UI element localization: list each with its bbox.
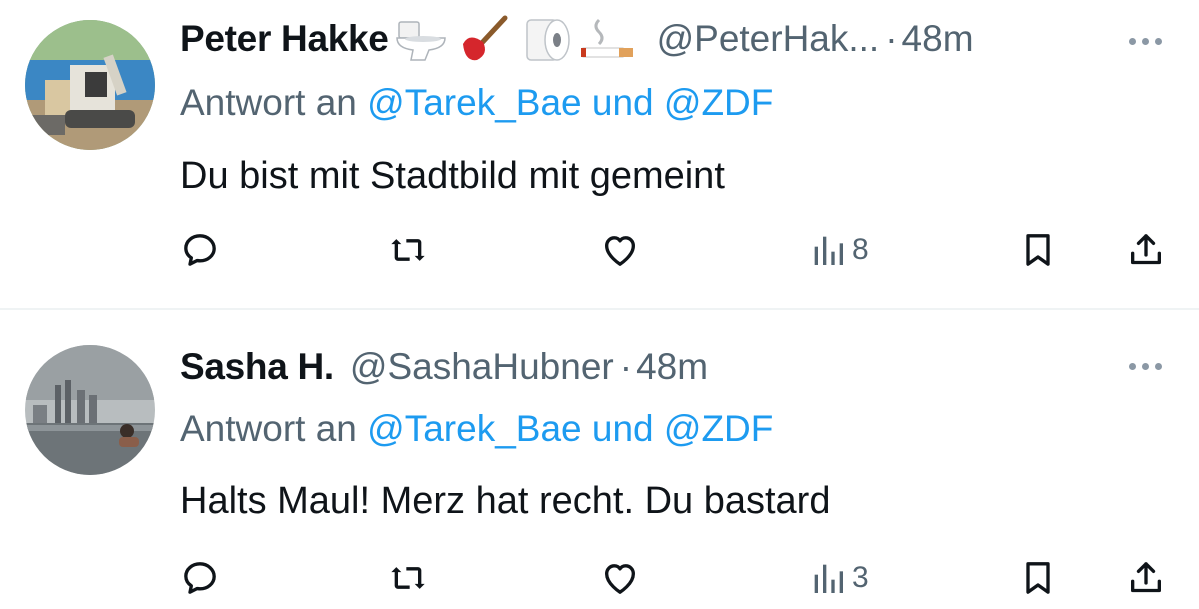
retweet-icon <box>391 239 425 261</box>
tweet[interactable]: Peter Hakke @PeterHak... · 48m Antwort a… <box>0 0 1199 308</box>
reply-prefix: Antwort an <box>180 408 357 449</box>
views-count: 3 <box>852 561 869 594</box>
bookmark-button[interactable] <box>1018 230 1058 270</box>
share-icon <box>1131 234 1161 265</box>
like-button[interactable] <box>600 230 640 270</box>
views-count: 8 <box>852 233 869 266</box>
like-button[interactable] <box>600 558 640 598</box>
reply-button[interactable] <box>180 558 220 598</box>
avatar[interactable] <box>25 20 155 150</box>
bookmark-icon <box>1026 234 1050 266</box>
avatar[interactable] <box>25 345 155 475</box>
reply-button[interactable] <box>180 230 220 270</box>
share-icon <box>1131 562 1161 593</box>
tweet[interactable]: Sasha H. @SashaHubner · 48m Antwort an @… <box>0 310 1199 609</box>
reply-prefix: Antwort an <box>180 82 357 123</box>
tweet-text: Du bist mit Stadtbild mit gemeint <box>180 155 725 197</box>
tweet-text: Halts Maul! Merz hat recht. Du bastard <box>180 480 831 522</box>
toilet-icon <box>395 21 446 61</box>
timestamp[interactable]: 48m <box>902 18 974 60</box>
name-emojis <box>393 14 637 64</box>
timestamp[interactable]: 48m <box>636 346 708 388</box>
reply-context: Antwort an @Tarek_Bae und @ZDF <box>180 408 773 450</box>
bookmark-button[interactable] <box>1018 558 1058 598</box>
retweet-icon <box>391 567 425 589</box>
retweet-button[interactable] <box>388 558 428 598</box>
reply-mentions[interactable]: @Tarek_Bae und @ZDF <box>367 82 773 123</box>
views-chart-icon <box>814 564 843 593</box>
separator: · <box>619 346 633 387</box>
excavator-avatar-image <box>25 20 155 150</box>
bookmark-icon <box>1026 562 1050 594</box>
share-button[interactable] <box>1126 230 1166 270</box>
retweet-button[interactable] <box>388 230 428 270</box>
more-options-icon[interactable] <box>1129 360 1169 372</box>
more-options-icon[interactable] <box>1129 35 1169 47</box>
skyline-avatar-image <box>25 345 155 475</box>
views-chart-icon <box>814 236 843 265</box>
user-handle[interactable]: @SashaHubner <box>350 346 614 388</box>
share-button[interactable] <box>1126 558 1166 598</box>
plunger-icon <box>462 15 508 61</box>
heart-icon <box>605 236 635 266</box>
views-button[interactable]: 8 <box>808 230 869 270</box>
separator: · <box>885 18 898 59</box>
display-name[interactable]: Sasha H. <box>180 346 334 388</box>
display-name[interactable]: Peter Hakke <box>180 18 389 60</box>
views-button[interactable]: 3 <box>808 558 869 598</box>
reply-context: Antwort an @Tarek_Bae und @ZDF <box>180 82 773 124</box>
reply-icon <box>184 234 216 266</box>
cigarette-icon <box>580 18 633 58</box>
reply-mentions[interactable]: @Tarek_Bae und @ZDF <box>367 408 773 449</box>
toilet-paper-icon <box>525 19 570 61</box>
action-bar: 3 <box>180 558 1170 598</box>
user-handle[interactable]: @PeterHak... <box>657 18 880 60</box>
action-bar: 8 <box>180 230 1170 270</box>
reply-icon <box>184 562 216 594</box>
heart-icon <box>605 564 635 594</box>
